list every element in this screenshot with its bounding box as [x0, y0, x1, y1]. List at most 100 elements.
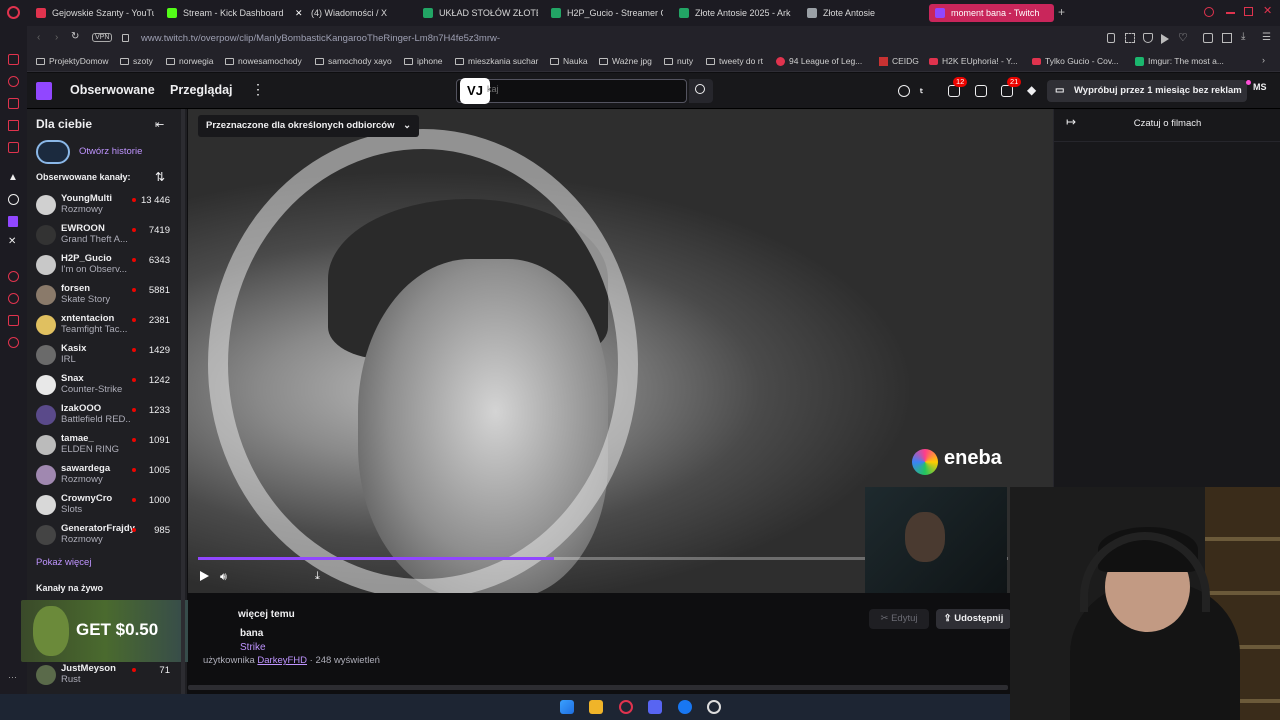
bookmark-folder[interactable]: nowesamochody: [225, 56, 302, 66]
bits-icon[interactable]: ◆: [1027, 83, 1036, 97]
nav-browse[interactable]: Przeglądaj: [170, 83, 233, 97]
file-explorer-icon[interactable]: [589, 700, 603, 714]
horizontal-scrollbar[interactable]: [188, 685, 1008, 690]
browser-tab[interactable]: Złote Antosie: [807, 4, 917, 22]
player-icon[interactable]: [8, 271, 19, 282]
story-avatar[interactable]: [36, 140, 70, 164]
aria-icon[interactable]: ▲: [8, 172, 18, 183]
messenger-icon[interactable]: [8, 54, 19, 65]
forward-icon[interactable]: ›: [55, 32, 58, 43]
bookmark-link[interactable]: H2K EUphoria! - Y...: [929, 56, 1018, 66]
bookmark-link[interactable]: Tylko Gucio - Cov...: [1032, 56, 1119, 66]
channel-item[interactable]: xntentacion Teamfight Tac... 2381: [27, 310, 187, 340]
bookmark-folder[interactable]: tweety do rt: [706, 56, 763, 66]
whispers-icon[interactable]: [975, 85, 987, 97]
channel-item[interactable]: tamae_ ELDEN RING 1091: [27, 430, 187, 460]
bookmark-folder[interactable]: samochody xayo: [315, 56, 392, 66]
edit-button[interactable]: ✂ Edytuj: [869, 609, 929, 629]
url-field[interactable]: www.twitch.tv/overpow/clip/ManlyBombasti…: [141, 33, 500, 44]
audience-rating-button[interactable]: Przeznaczone dla określonych odbiorców ⌄: [198, 115, 420, 137]
maximize-button[interactable]: [1244, 7, 1253, 16]
browser-tab-active[interactable]: moment bana - Twitch: [929, 4, 1054, 22]
pin-icon[interactable]: [1107, 33, 1115, 43]
menu-icon[interactable]: ☰: [1262, 32, 1271, 43]
reload-icon[interactable]: ↻: [71, 31, 79, 42]
nav-following[interactable]: Obserwowane: [70, 83, 155, 97]
vpn-badge[interactable]: VPN: [92, 33, 113, 42]
vj-extension-logo[interactable]: VJ: [460, 78, 490, 104]
back-icon[interactable]: ‹: [37, 32, 40, 43]
search-input[interactable]: [487, 84, 677, 94]
discord-icon[interactable]: [648, 700, 662, 714]
bookmark-folder[interactable]: szoty: [120, 56, 153, 66]
player-icon[interactable]: [1161, 34, 1169, 44]
search-tabs-icon[interactable]: [1204, 7, 1214, 17]
collapse-sidebar-icon[interactable]: ⇤: [155, 118, 164, 131]
clip-author-link[interactable]: DarkeyFHD: [257, 655, 307, 666]
channel-item[interactable]: YoungMulti Rozmowy 13 446: [27, 190, 187, 220]
ad-free-promo-button[interactable]: ▭ Wypróbuj przez 1 miesiąc bez reklam: [1047, 80, 1247, 102]
more-bookmarks-icon[interactable]: ›: [1262, 55, 1265, 65]
more-icon[interactable]: ···: [8, 672, 17, 682]
drops-icon[interactable]: [898, 85, 910, 97]
obs-icon[interactable]: [707, 700, 721, 714]
channel-item[interactable]: EWROON Grand Theft A... 7419: [27, 220, 187, 250]
download-icon[interactable]: ⤓: [1241, 31, 1245, 42]
volume-icon[interactable]: 🔊︎: [220, 571, 227, 584]
wallet-icon[interactable]: [8, 315, 19, 326]
channel-item[interactable]: CrownyCro Slots 1000: [27, 490, 187, 520]
bookmark-folder[interactable]: Nauka: [550, 56, 588, 66]
play-button[interactable]: [200, 571, 209, 581]
bookmark-folder[interactable]: ProjektyDomow: [36, 56, 109, 66]
bookmark-folder[interactable]: iphone: [404, 56, 443, 66]
channel-item[interactable]: JustMeyson Rust 71: [27, 660, 187, 690]
download-clip-icon[interactable]: ⤓: [315, 570, 320, 583]
shield-icon[interactable]: [1143, 33, 1153, 43]
bookmark-link[interactable]: Imgur: The most a...: [1135, 56, 1224, 66]
opera-gx-icon[interactable]: [619, 700, 633, 714]
channel-item[interactable]: H2P_Gucio I'm on Observ... 6343: [27, 250, 187, 280]
channel-item[interactable]: Kasix IRL 1429: [27, 340, 187, 370]
channel-item[interactable]: IzakOOO Battlefield RED... 1233: [27, 400, 187, 430]
browser-tab[interactable]: Stream - Kick Dashboard: [167, 4, 285, 22]
turbo-icon[interactable]: ₜ: [920, 83, 923, 96]
screenshot-icon[interactable]: [1125, 33, 1135, 43]
open-stories-link[interactable]: Otwórz historie: [79, 146, 142, 157]
bookmark-folder[interactable]: mieszkania suchar: [455, 56, 538, 66]
bag-icon[interactable]: [8, 98, 19, 109]
heart-icon[interactable]: ♡: [1178, 31, 1188, 44]
user-avatar[interactable]: MS: [1253, 82, 1273, 100]
twitch-icon[interactable]: [8, 216, 18, 227]
music-icon[interactable]: [8, 142, 19, 153]
bookmark-link[interactable]: 94 League of Leg...: [776, 56, 862, 66]
sidebar-scrollbar[interactable]: [181, 109, 185, 694]
bookmark-link[interactable]: CEIDG: [879, 56, 919, 66]
clock-icon[interactable]: [8, 293, 19, 304]
browser-tab[interactable]: ✕ (4) Wiadomości / X: [295, 4, 413, 22]
new-tab-button[interactable]: +: [1058, 5, 1065, 19]
twitch-logo-icon[interactable]: [36, 82, 52, 100]
browser-tab[interactable]: Złote Antosie 2025 - Ark: [679, 4, 791, 22]
channel-item[interactable]: forsen Skate Story 5881: [27, 280, 187, 310]
show-more-link[interactable]: Pokaż więcej: [36, 557, 91, 568]
more-options-icon[interactable]: ⋮: [251, 81, 265, 98]
close-window-button[interactable]: ✕: [1263, 4, 1272, 17]
windows-start-icon[interactable]: [560, 700, 574, 714]
browser-tab[interactable]: UKŁAD STOŁÓW ZŁOTE: [423, 4, 538, 22]
mail-icon[interactable]: [8, 120, 19, 131]
history-icon[interactable]: [8, 76, 19, 87]
messenger-icon[interactable]: [678, 700, 692, 714]
channel-item[interactable]: GeneratorFrajdy Rozmowy 985: [27, 520, 187, 550]
bookmark-folder[interactable]: Ważne jpg: [599, 56, 652, 66]
chatgpt-icon[interactable]: [8, 194, 19, 205]
channel-item[interactable]: Snax Counter-Strike 1242: [27, 370, 187, 400]
opera-logo-icon[interactable]: [7, 6, 20, 19]
browser-tab[interactable]: Gejowskie Szanty - YouTu: [36, 4, 154, 22]
share-button[interactable]: ⇪ Udostępnij: [936, 609, 1011, 629]
settings-icon[interactable]: [8, 337, 19, 348]
bookmark-folder[interactable]: norwegia: [166, 56, 214, 66]
channel-item[interactable]: sawardega Rozmowy 1005: [27, 460, 187, 490]
clip-category-link[interactable]: Strike: [240, 642, 266, 653]
bookmark-folder[interactable]: nuty: [664, 56, 693, 66]
browser-tab[interactable]: H2P_Gucio - Streamer O: [551, 4, 663, 22]
